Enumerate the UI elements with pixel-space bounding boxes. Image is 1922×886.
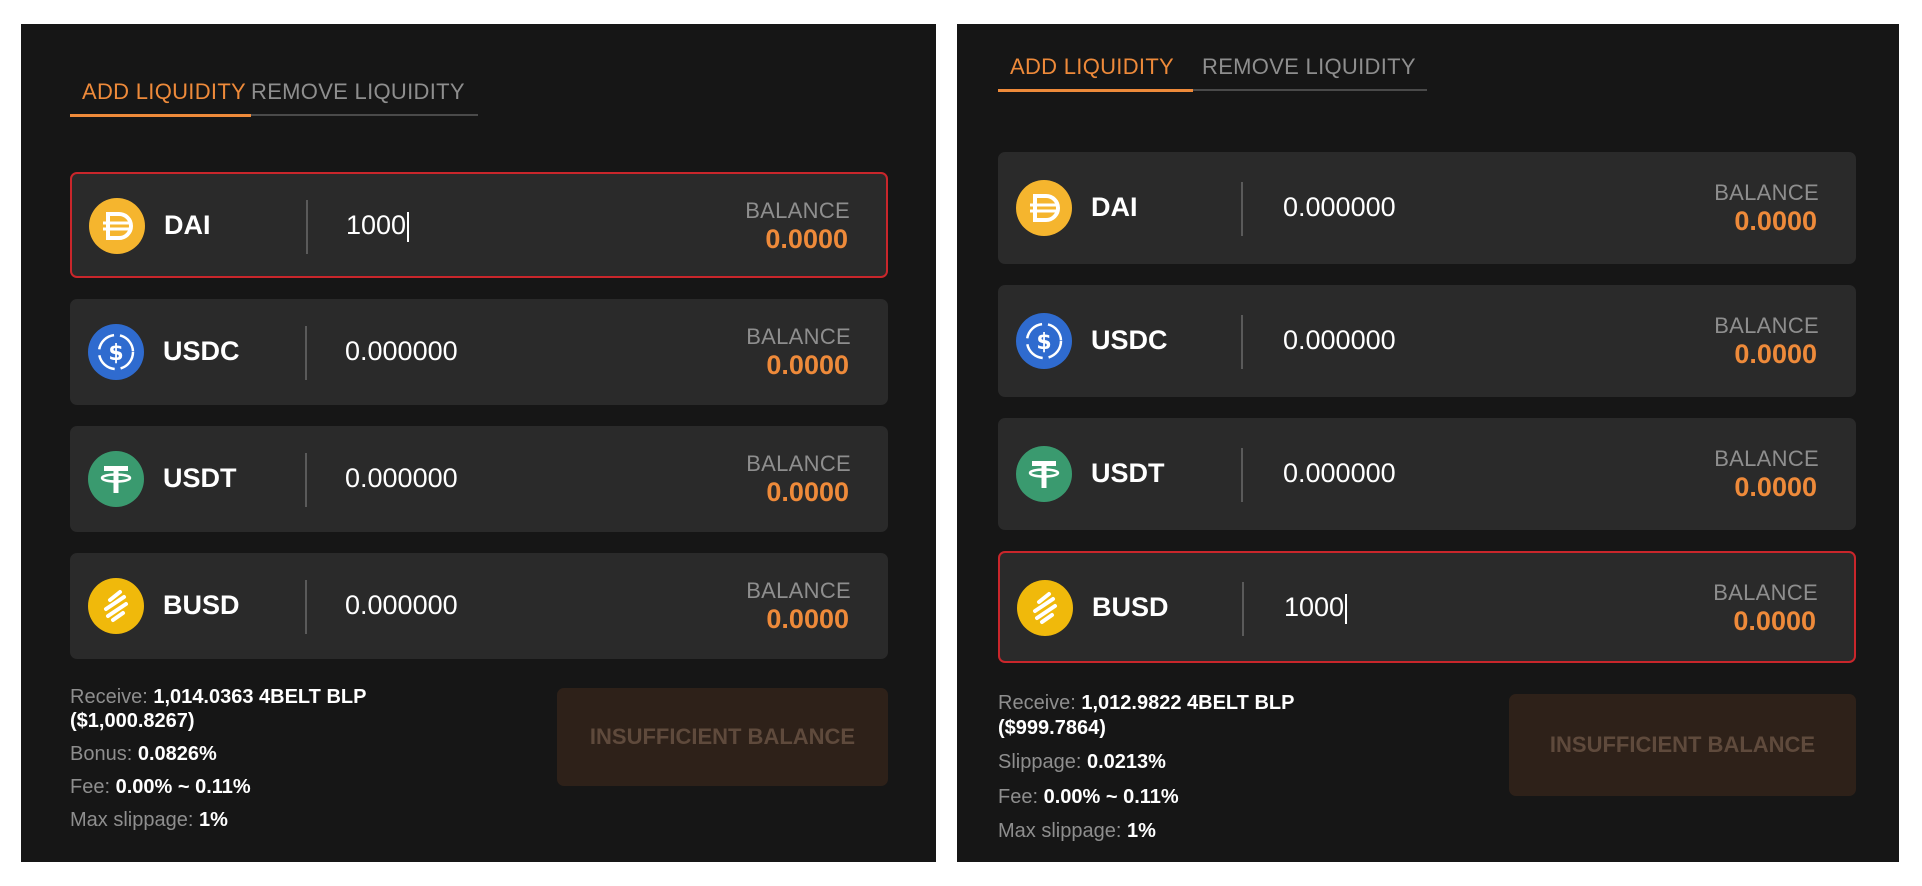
token-row-usdt[interactable]: USDT 0.000000 BALANCE 0.0000 [70, 426, 888, 532]
amount-input-dai[interactable]: 1000 [346, 210, 410, 242]
insufficient-balance-button[interactable]: INSUFFICIENT BALANCE [1509, 694, 1856, 796]
token-row-dai[interactable]: DAI 1000 BALANCE 0.0000 [70, 172, 888, 278]
svg-text:$: $ [108, 341, 123, 366]
tab-add-liquidity[interactable]: ADD LIQUIDITY [998, 49, 1193, 92]
tab-remove-liquidity[interactable]: REMOVE LIQUIDITY [251, 74, 465, 114]
balance-label: BALANCE [745, 198, 850, 223]
token-name: BUSD [163, 590, 240, 620]
bonus-line: Bonus: 0.0826% [70, 743, 217, 765]
dai-icon [89, 198, 145, 254]
token-row-usdt[interactable]: USDT 0.000000 BALANCE 0.0000 [998, 418, 1856, 530]
balance-value: 0.0000 [766, 604, 849, 634]
token-name: USDT [163, 463, 237, 493]
tab-add-liquidity[interactable]: ADD LIQUIDITY [70, 74, 251, 117]
token-name: USDC [163, 336, 240, 366]
usdt-icon [88, 451, 144, 507]
amount-input-usdc[interactable]: 0.000000 [345, 336, 458, 367]
amount-input-dai[interactable]: 0.000000 [1283, 192, 1396, 223]
liquidity-tabs: ADD LIQUIDITY REMOVE LIQUIDITY [70, 74, 478, 117]
add-liquidity-panel-right: ADD LIQUIDITY REMOVE LIQUIDITY DAI 0.000… [957, 24, 1899, 862]
divider [1241, 448, 1243, 502]
svg-text:$: $ [1036, 330, 1051, 355]
text-caret [1345, 593, 1348, 624]
liquidity-tabs: ADD LIQUIDITY REMOVE LIQUIDITY [998, 49, 1427, 92]
usdt-icon [1016, 446, 1072, 502]
divider [1242, 582, 1244, 636]
insufficient-balance-button[interactable]: INSUFFICIENT BALANCE [557, 688, 888, 786]
text-caret [407, 211, 410, 242]
token-row-busd[interactable]: BUSD 1000 BALANCE 0.0000 [998, 551, 1856, 663]
amount-input-usdt[interactable]: 0.000000 [1283, 458, 1396, 489]
token-name: DAI [1091, 192, 1138, 222]
amount-input-busd[interactable]: 1000 [1284, 592, 1348, 624]
dai-icon [1016, 180, 1072, 236]
amount-input-usdt[interactable]: 0.000000 [345, 463, 458, 494]
tab-remove-liquidity[interactable]: REMOVE LIQUIDITY [1202, 49, 1416, 89]
balance-label: BALANCE [1714, 446, 1819, 471]
balance-label: BALANCE [1713, 580, 1818, 605]
balance-label: BALANCE [1714, 180, 1819, 205]
fee-line: Fee: 0.00% ~ 0.11% [998, 786, 1179, 808]
balance-value: 0.0000 [766, 477, 849, 507]
receive-line: Receive: 1,014.0363 4BELT BLP [70, 686, 367, 708]
receive-line: Receive: 1,012.9822 4BELT BLP [998, 692, 1295, 714]
max-slippage-line: Max slippage: 1% [998, 820, 1156, 842]
divider [305, 326, 307, 380]
balance-label: BALANCE [746, 324, 851, 349]
token-row-usdc[interactable]: $ USDC 0.000000 BALANCE 0.0000 [998, 285, 1856, 397]
slippage-line: Slippage: 0.0213% [998, 751, 1166, 773]
balance-value: 0.0000 [765, 224, 848, 254]
usdc-icon: $ [88, 324, 144, 380]
busd-icon [88, 578, 144, 634]
divider [1241, 315, 1243, 369]
amount-input-busd[interactable]: 0.000000 [345, 590, 458, 621]
usdc-icon: $ [1016, 313, 1072, 369]
balance-label: BALANCE [746, 451, 851, 476]
receive-usd: ($999.7864) [998, 717, 1106, 739]
token-row-usdc[interactable]: $ USDC 0.000000 BALANCE 0.0000 [70, 299, 888, 405]
token-name: USDT [1091, 458, 1165, 488]
balance-label: BALANCE [1714, 313, 1819, 338]
balance-value: 0.0000 [766, 350, 849, 380]
fee-line: Fee: 0.00% ~ 0.11% [70, 776, 251, 798]
amount-input-usdc[interactable]: 0.000000 [1283, 325, 1396, 356]
token-row-dai[interactable]: DAI 0.000000 BALANCE 0.0000 [998, 152, 1856, 264]
balance-value: 0.0000 [1733, 606, 1816, 636]
receive-usd: ($1,000.8267) [70, 710, 195, 732]
balance-value: 0.0000 [1734, 472, 1817, 502]
balance-label: BALANCE [746, 578, 851, 603]
divider [1241, 182, 1243, 236]
token-name: USDC [1091, 325, 1168, 355]
token-row-busd[interactable]: BUSD 0.000000 BALANCE 0.0000 [70, 553, 888, 659]
divider [305, 580, 307, 634]
divider [305, 453, 307, 507]
token-name: DAI [164, 210, 211, 240]
balance-value: 0.0000 [1734, 339, 1817, 369]
max-slippage-line: Max slippage: 1% [70, 809, 228, 831]
divider [306, 200, 308, 254]
balance-value: 0.0000 [1734, 206, 1817, 236]
add-liquidity-panel-left: ADD LIQUIDITY REMOVE LIQUIDITY DAI 1000 … [21, 24, 936, 862]
token-name: BUSD [1092, 592, 1169, 622]
busd-icon [1017, 580, 1073, 636]
